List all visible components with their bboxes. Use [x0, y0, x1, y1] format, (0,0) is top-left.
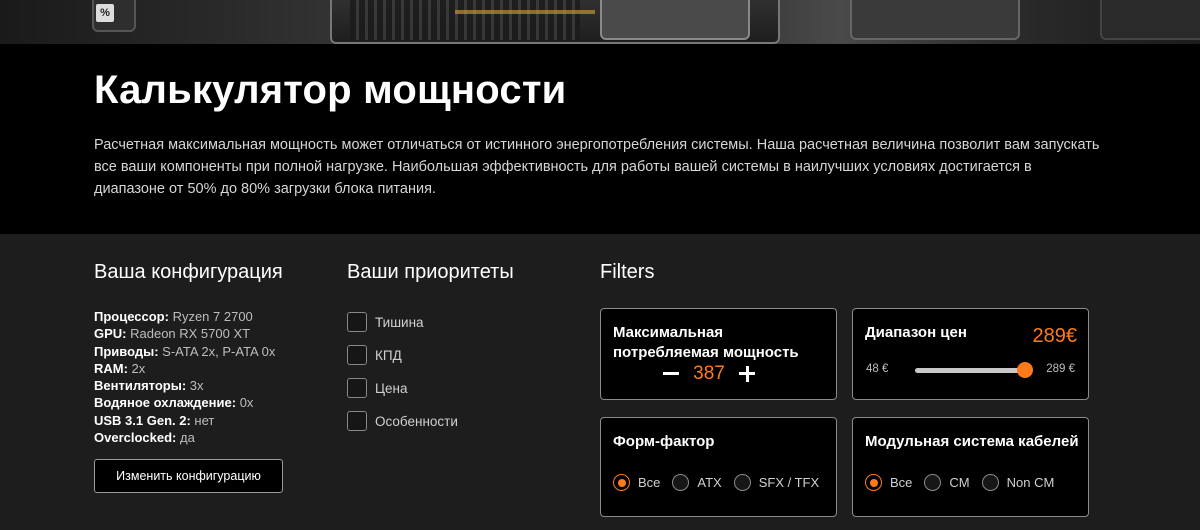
banner-shape [600, 0, 750, 40]
change-configuration-button[interactable]: Изменить конфигурацию [94, 459, 283, 493]
modular-cable-filter-card: Модульная система кабелей Все CM Non CM [852, 417, 1089, 517]
spec-value: 2x [127, 360, 146, 376]
price-max-label: 289 € [1046, 363, 1075, 375]
spec-row: Overclocked: да [94, 429, 275, 446]
spec-key: USB 3.1 Gen. 2: [94, 412, 191, 428]
priority-label: КПД [375, 347, 402, 363]
banner-shape [850, 0, 1020, 40]
checkbox[interactable] [347, 411, 367, 431]
config-heading: Ваша конфигурация [94, 261, 283, 283]
banner-glow [455, 10, 595, 14]
spec-key: RAM: [94, 360, 128, 376]
slider-track[interactable] [915, 368, 1029, 373]
radio-form-sfx[interactable]: SFX / TFX [733, 474, 820, 491]
checkbox[interactable] [347, 345, 367, 365]
spec-value: да [176, 430, 195, 446]
config-spec-list: Процессор: Ryzen 7 2700 GPU: Radeon RX 5… [94, 308, 275, 446]
spec-key: Процессор: [94, 309, 169, 324]
spec-key: Overclocked: [94, 430, 177, 446]
radio-form-all[interactable]: Все [613, 474, 660, 491]
page-title: Калькулятор мощности [94, 68, 567, 112]
spec-value: 3x [186, 378, 204, 394]
spec-row: Приводы: S-ATA 2x, P-ATA 0x [94, 343, 275, 360]
minus-icon[interactable] [661, 364, 681, 384]
spec-value: Radeon RX 5700 XT [126, 326, 251, 342]
filters-heading: Filters [600, 261, 655, 283]
spec-value: нет [190, 412, 215, 428]
spec-key: Вентиляторы: [94, 378, 187, 394]
spec-value: Ryzen 7 2700 [168, 309, 253, 324]
price-range-slider[interactable] [915, 362, 1033, 378]
radio-modular-all[interactable]: Все [865, 474, 912, 491]
priority-item-efficiency[interactable]: КПД [347, 345, 458, 365]
spec-row: Процессор: Ryzen 7 2700 [94, 308, 275, 325]
priority-item-price[interactable]: Цена [347, 378, 458, 398]
radio-label: Non CM [1006, 475, 1055, 490]
price-current-value: 289€ [1032, 325, 1078, 347]
checkbox[interactable] [347, 312, 367, 332]
radio-selected-icon[interactable] [865, 474, 882, 491]
radio-label: CM [949, 475, 970, 490]
radio-icon[interactable] [672, 474, 690, 491]
page-description: Расчетная максимальная мощность может от… [94, 137, 1100, 197]
spec-row: USB 3.1 Gen. 2: нет [94, 412, 275, 429]
radio-label: Все [638, 475, 661, 490]
radio-label: SFX / TFX [758, 475, 820, 490]
priority-item-quiet[interactable]: Тишина [347, 312, 458, 332]
power-filter-title: Максимальная потребляемая мощность [613, 324, 799, 361]
radio-label: ATX [697, 475, 722, 490]
spec-key: GPU: [94, 326, 127, 342]
percent-icon: % [96, 4, 114, 22]
spec-key: Приводы: [94, 343, 159, 359]
spec-key: Водяное охлаждение: [94, 395, 237, 411]
modular-cable-options: Все CM Non CM [865, 474, 1066, 491]
radio-icon[interactable] [733, 474, 751, 491]
form-factor-filter-card: Форм-фактор Все ATX SFX / TFX [600, 417, 837, 517]
banner-shape [1100, 0, 1200, 40]
power-stepper: 387 [661, 363, 757, 385]
banner-vents [350, 0, 580, 40]
priorities-heading: Ваши приоритеты [347, 261, 514, 283]
slider-handle[interactable] [1017, 362, 1033, 378]
radio-icon[interactable] [981, 474, 999, 491]
radio-modular-non-cm[interactable]: Non CM [981, 474, 1055, 491]
priority-item-features[interactable]: Особенности [347, 411, 458, 431]
priority-label: Тишина [375, 314, 424, 330]
spec-row: Водяное охлаждение: 0x [94, 394, 275, 411]
radio-modular-cm[interactable]: CM [924, 474, 970, 491]
radio-selected-icon[interactable] [613, 474, 630, 491]
radio-icon[interactable] [924, 474, 942, 491]
price-min-label: 48 € [866, 363, 889, 375]
spec-row: RAM: 2x [94, 360, 275, 377]
power-filter-card: Максимальная потребляемая мощность 387 [600, 308, 837, 400]
hero-section: Калькулятор мощности Расчетная максималь… [0, 44, 1200, 234]
form-factor-options: Все ATX SFX / TFX [613, 474, 831, 491]
priorities-list: Тишина КПД Цена Особенности [347, 312, 458, 444]
spec-row: GPU: Radeon RX 5700 XT [94, 325, 275, 342]
calculator-section: Ваша конфигурация Ваши приоритеты Filter… [0, 234, 1200, 530]
price-filter-title: Диапазон цен [865, 324, 967, 341]
spec-row: Вентиляторы: 3x [94, 377, 275, 394]
checkbox[interactable] [347, 378, 367, 398]
spec-value: 0x [236, 395, 254, 411]
plus-icon[interactable] [737, 364, 757, 384]
hero-banner-image: % [0, 0, 1200, 44]
spec-value: S-ATA 2x, P-ATA 0x [158, 343, 276, 359]
modular-cable-title: Модульная система кабелей [865, 433, 1079, 450]
form-factor-title: Форм-фактор [613, 433, 715, 450]
power-value: 387 [693, 363, 725, 384]
priority-label: Особенности [375, 413, 458, 429]
radio-form-atx[interactable]: ATX [672, 474, 722, 491]
price-filter-card: Диапазон цен 289€ 48 € 289 € [852, 308, 1089, 400]
radio-label: Все [890, 475, 913, 490]
priority-label: Цена [375, 380, 408, 396]
